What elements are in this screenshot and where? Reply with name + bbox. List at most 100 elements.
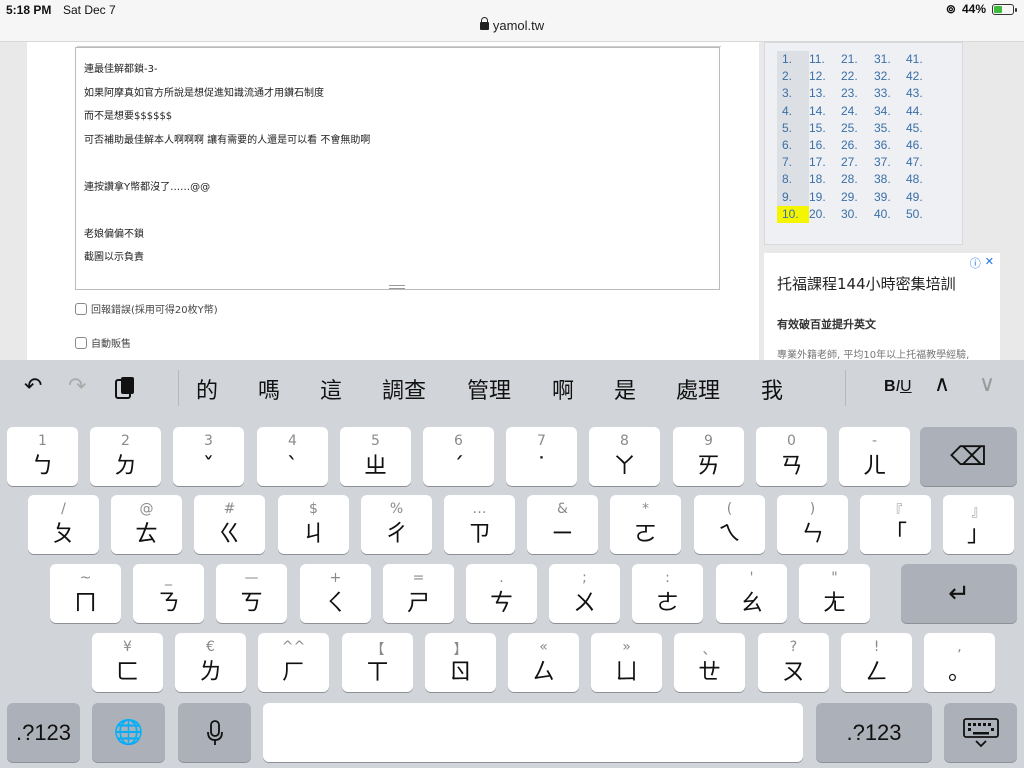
key-ㄍ[interactable]: # ㄍ <box>194 495 265 554</box>
question-number-link[interactable]: 5. <box>777 119 809 138</box>
key-ㄔ[interactable]: % ㄔ <box>361 495 432 554</box>
question-number-link[interactable]: 47. <box>906 154 938 171</box>
question-number-link[interactable]: 2. <box>777 68 809 86</box>
key-ㄨ[interactable]: ; ㄨ <box>549 564 620 623</box>
ad-title[interactable]: 托福課程144小時密集培訓 <box>777 273 956 294</box>
key-ㄐ[interactable]: $ ㄐ <box>278 495 349 554</box>
question-number-link[interactable]: 30. <box>841 206 874 223</box>
chevron-up-icon[interactable]: ∧ <box>934 372 950 397</box>
key-ㄠ[interactable]: ' ㄠ <box>716 564 787 623</box>
report-error-checkbox[interactable] <box>75 302 87 315</box>
question-number-link[interactable]: 26. <box>841 137 874 154</box>
question-number-link[interactable]: 44. <box>906 103 938 120</box>
address-bar[interactable]: yamol.tw <box>0 17 1024 33</box>
key-˙[interactable]: 7 ˙ <box>506 427 577 486</box>
resize-grip-icon[interactable] <box>389 285 405 289</box>
question-number-link[interactable]: 20. <box>809 206 841 223</box>
key-ㄙ[interactable]: «ㄙ <box>508 633 579 692</box>
key-ㄩ[interactable]: » ㄩ <box>591 633 662 692</box>
question-number-link[interactable]: 45. <box>906 120 938 137</box>
question-number-link[interactable]: 33. <box>874 85 906 102</box>
question-number-link[interactable]: 18. <box>809 171 841 188</box>
ad-info-icon[interactable]: ⓘ <box>970 255 981 271</box>
question-number-link[interactable]: 29. <box>841 189 874 206</box>
key-ㄜ[interactable]: :ㄜ <box>632 564 703 623</box>
question-number-link[interactable]: 17. <box>809 154 841 171</box>
question-number-link[interactable]: 16. <box>809 137 841 154</box>
key-ㄧ[interactable]: & ㄧ <box>527 495 598 554</box>
question-number-link[interactable]: 23. <box>841 85 874 102</box>
question-number-link[interactable]: 21. <box>841 51 874 68</box>
report-error-option[interactable]: 回報錯誤(採用可得20枚Y幣) <box>75 301 218 316</box>
question-number-link[interactable]: 34. <box>874 103 906 120</box>
question-number-link[interactable]: 37. <box>874 154 906 171</box>
key-ㄘ[interactable]: .ㄘ <box>466 564 537 623</box>
key-。[interactable]: ,。 <box>924 633 995 692</box>
suggestion-word[interactable]: 這 <box>320 373 342 405</box>
key-ㄛ[interactable]: * ㄛ <box>610 495 681 554</box>
question-number-link[interactable]: 36. <box>874 137 906 154</box>
question-number-link[interactable]: 24. <box>841 103 874 120</box>
auto-sell-checkbox[interactable] <box>75 336 87 349</box>
numbers-key-left[interactable]: .?123 <box>7 703 80 762</box>
question-number-link[interactable]: 27. <box>841 154 874 171</box>
suggestion-word[interactable]: 嗎 <box>258 373 280 405</box>
question-number-link[interactable]: 12. <box>809 68 841 85</box>
key-ㄤ[interactable]: " ㄤ <box>799 564 870 623</box>
suggestion-word[interactable]: 是 <box>614 373 636 405</box>
question-number-link[interactable]: 8. <box>777 171 809 189</box>
question-number-link[interactable]: 4. <box>777 102 809 120</box>
key-ㄣ[interactable]: ) ㄣ <box>777 495 848 554</box>
key-ㄆ[interactable]: / ㄆ <box>28 495 99 554</box>
suggestion-word[interactable]: 我 <box>761 373 783 405</box>
question-number-link[interactable]: 28. <box>841 171 874 188</box>
key-ㄌ[interactable]: € ㄌ <box>175 633 246 692</box>
suggestion-word[interactable]: 處理 <box>676 373 720 405</box>
key-ㄈ[interactable]: ¥ ㄈ <box>92 633 163 692</box>
question-number-link[interactable]: 25. <box>841 120 874 137</box>
key-ㄢ[interactable]: 0ㄢ <box>756 427 827 486</box>
key-ˊ[interactable]: 6ˊ <box>423 427 494 486</box>
redo-icon[interactable]: ↷ <box>68 374 86 399</box>
key-ㄊ[interactable]: @ ㄊ <box>111 495 182 554</box>
question-number-link[interactable]: 32. <box>874 68 906 85</box>
question-number-link[interactable]: 38. <box>874 171 906 188</box>
comment-editor[interactable]: 連最佳解都鎖-3- 如果阿摩真如官方所說是想促進知識流通才用鑽石制度 而不是想要$$… <box>75 47 720 290</box>
return-key[interactable]: ↵ <box>901 564 1017 623</box>
undo-icon[interactable]: ↶ <box>24 374 42 399</box>
key-ㄎ[interactable]: — ㄎ <box>216 564 287 623</box>
key-ㄗ[interactable]: … ㄗ <box>444 495 515 554</box>
question-number-link[interactable]: 14. <box>809 103 841 120</box>
question-number-link[interactable]: 19. <box>809 189 841 206</box>
question-number-link[interactable]: 1. <box>777 51 809 69</box>
question-number-link[interactable]: 11. <box>809 51 841 68</box>
question-number-link[interactable]: 43. <box>906 85 938 102</box>
suggestion-word[interactable]: 調查 <box>382 373 426 405</box>
advertisement[interactable]: ⓘ ✕ 托福課程144小時密集培訓 有效破百並提升英文 專業外籍老師, 平均10… <box>764 253 1000 360</box>
key-ㄕ[interactable]: = ㄕ <box>383 564 454 623</box>
question-number-link[interactable]: 6. <box>777 137 809 155</box>
question-number-link[interactable]: 10. <box>777 205 809 224</box>
space-key[interactable] <box>263 703 803 762</box>
key-ㄦ[interactable]: -ㄦ <box>839 427 910 486</box>
question-number-link[interactable]: 39. <box>874 189 906 206</box>
key-ˇ[interactable]: 3ˇ <box>173 427 244 486</box>
key-」[interactable]: 』」 <box>943 495 1014 554</box>
question-number-link[interactable]: 48. <box>906 171 938 188</box>
key-ㄖ[interactable]: 】ㄖ <box>425 633 496 692</box>
text-format-button[interactable]: BIU <box>884 378 912 396</box>
suggestion-word[interactable]: 的 <box>196 373 218 405</box>
question-number-link[interactable]: 35. <box>874 120 906 137</box>
question-number-link[interactable]: 22. <box>841 68 874 85</box>
ad-close-icon[interactable]: ✕ <box>985 255 994 271</box>
hide-keyboard-key[interactable] <box>944 703 1017 762</box>
dictation-key[interactable] <box>178 703 251 762</box>
question-number-link[interactable]: 41. <box>906 51 938 68</box>
key-ㄝ[interactable]: 、ㄝ <box>674 633 745 692</box>
backspace-key[interactable]: ⌫ <box>920 427 1017 486</box>
question-number-link[interactable]: 50. <box>906 206 938 223</box>
suggestion-word[interactable]: 管理 <box>467 373 511 405</box>
key-ㄋ[interactable]: _ ㄋ <box>133 564 204 623</box>
key-ㄡ[interactable]: ? ㄡ <box>758 633 829 692</box>
question-number-link[interactable]: 9. <box>777 188 809 206</box>
